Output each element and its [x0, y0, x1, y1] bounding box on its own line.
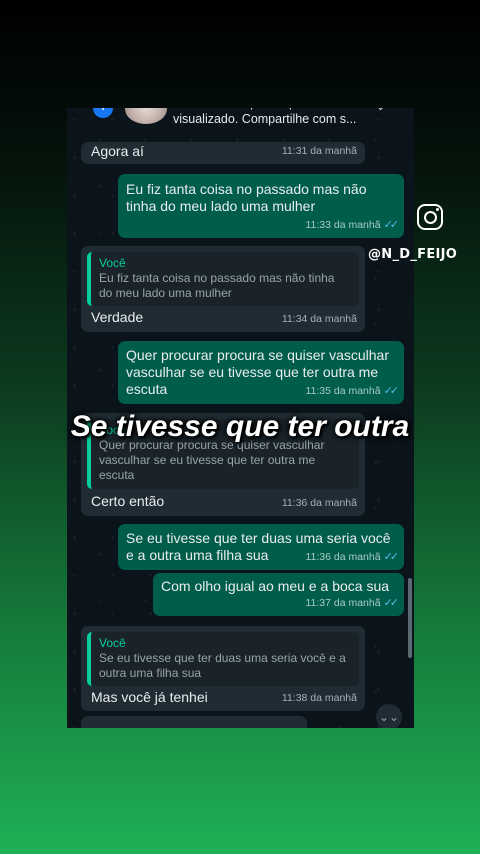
read-ticks-icon: ✓✓ [383, 385, 400, 397]
chevron-down-icon[interactable]: ⌄ [375, 108, 386, 114]
quote-author: Você [99, 636, 126, 650]
reel-thumbnail [125, 108, 167, 124]
message-bubble[interactable]: Você Se eu tivesse que ter duas uma seri… [81, 626, 365, 711]
quote-text: Se eu tivesse que ter duas uma seria voc… [99, 651, 346, 680]
message-bubble[interactable]: Eu fiz tanta coisa no passado mas não ti… [118, 174, 404, 238]
quote-text: Eu fiz tanta coisa no passado mas não ti… [99, 271, 335, 300]
message-time: 11:31 da manhã [281, 145, 357, 157]
instagram-icon [417, 204, 443, 230]
message-time: 11:33 da manhã [305, 219, 381, 231]
message-time: 11:37 da manhã [305, 597, 381, 609]
message-text: Mas você já tenhei [91, 689, 208, 705]
message-bubble-partial[interactable] [81, 716, 307, 728]
read-ticks-icon: ✓✓ [383, 219, 400, 231]
scroll-to-bottom-button[interactable]: ⌄⌄ [376, 704, 402, 728]
message-time: 11:36 da manhã [305, 551, 381, 563]
message-time: 11:38 da manhã [281, 692, 357, 704]
facebook-icon: f [93, 108, 113, 118]
quote-author: Você [99, 256, 126, 270]
message-text: Certo então [91, 493, 165, 509]
quoted-message[interactable]: Você Se eu tivesse que ter duas uma seri… [87, 632, 359, 686]
instagram-handle: @N_D_FEIJO [368, 247, 458, 262]
message-bubble[interactable]: Você Eu fiz tanta coisa no passado mas n… [81, 246, 365, 332]
scrollbar[interactable] [408, 578, 412, 658]
message-bubble[interactable]: Com olho igual ao meu e a boca sua 11:37… [153, 573, 404, 616]
notification-text: Seu reel está pronto para ser visualizad… [173, 108, 357, 126]
video-caption: Se tivesse que ter outra [70, 410, 410, 443]
quote-text: Quer procurar procura se quiser vasculha… [99, 438, 325, 482]
message-text: Verdade [91, 309, 144, 325]
quoted-message[interactable]: Você Eu fiz tanta coisa no passado mas n… [87, 252, 359, 306]
notification-banner[interactable]: f Seu reel está pronto para ser visualiz… [67, 108, 414, 132]
message-text: Agora aí [91, 143, 144, 159]
message-bubble[interactable]: Se eu tivesse que ter duas uma seria voc… [118, 524, 404, 570]
read-ticks-icon: ✓✓ [383, 551, 400, 563]
message-time: 11:34 da manhã [281, 313, 357, 325]
message-time: 11:36 da manhã [281, 497, 357, 509]
read-ticks-icon: ✓✓ [383, 597, 400, 609]
message-bubble[interactable]: Quer procurar procura se quiser vasculha… [118, 341, 404, 404]
message-text: Eu fiz tanta coisa no passado mas não ti… [126, 181, 367, 214]
message-text: Com olho igual ao meu e a boca sua [161, 578, 390, 594]
message-bubble[interactable]: Agora aí 11:31 da manhã [81, 142, 365, 164]
message-time: 11:35 da manhã [305, 385, 381, 397]
